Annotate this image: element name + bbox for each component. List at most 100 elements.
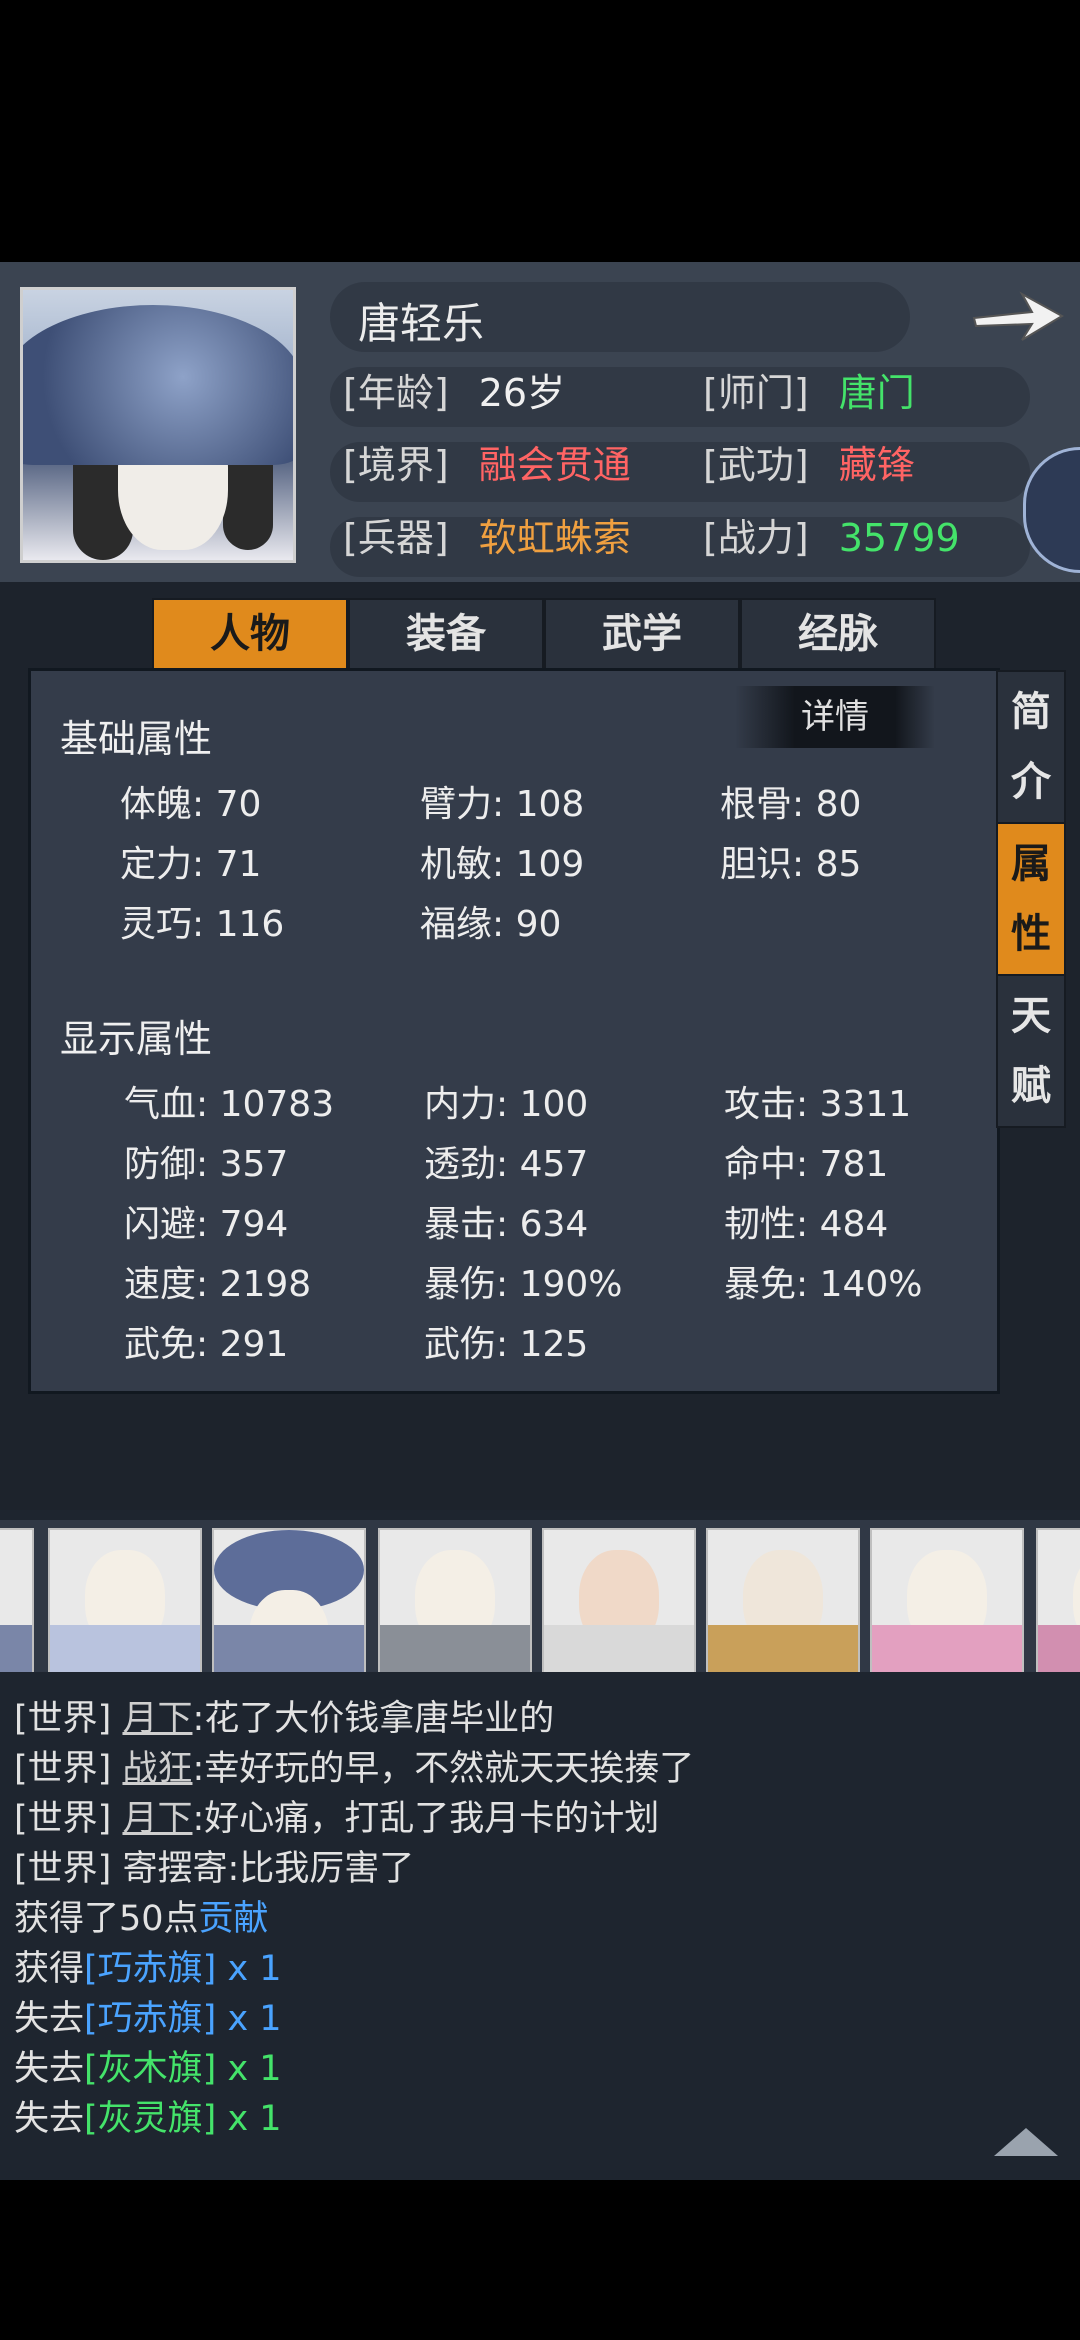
realm-value: 融会贯通 <box>478 443 631 487</box>
loot-item[interactable]: 贡献 <box>199 1899 269 1939</box>
top-black-band <box>0 0 1080 262</box>
team-avatar[interactable] <box>542 1528 696 1672</box>
loot-item[interactable]: [巧赤旗] <box>84 1999 216 2039</box>
martial-label: [武功] <box>703 443 809 487</box>
loot-text: 获得 <box>14 1949 85 1989</box>
team-avatar-strip[interactable] <box>0 1520 1080 1672</box>
tab-character[interactable]: 人物 <box>152 598 348 670</box>
stat-bili: 臂力: 108 <box>420 784 585 825</box>
side-scroll-icon[interactable] <box>1023 447 1080 573</box>
side-tab-attributes-char1: 属 <box>1011 840 1051 887</box>
character-header: 唐轻乐 [年龄] 26岁 [师门] 唐门 [境界] 融会贯通 [武功] 藏锋 [… <box>0 262 1080 582</box>
detail-button[interactable]: 详情 <box>735 686 935 748</box>
chat-channel: [世界] <box>14 1849 112 1889</box>
loot-line: 失去[灰木旗] x 1 <box>14 2040 282 2091</box>
stat-gengu: 根骨: 80 <box>720 784 862 825</box>
loot-qty: x 1 <box>216 2049 282 2089</box>
chat-channel: [世界] <box>14 1799 112 1839</box>
side-tab-talent-char1: 天 <box>1011 992 1051 1039</box>
stat-crit-resist: 暴免: 140% <box>724 1264 923 1305</box>
loot-line: 获得了50点贡献 <box>14 1890 269 1941</box>
next-arrow-icon[interactable] <box>970 282 1066 352</box>
display-attributes-title: 显示属性 <box>60 1017 213 1061</box>
chat-message: :花了大价钱拿唐毕业的 <box>192 1699 555 1739</box>
side-tab-attributes[interactable]: 属 性 <box>996 822 1066 976</box>
loot-qty: x 1 <box>216 1949 282 1989</box>
stat-dodge: 闪避: 794 <box>124 1204 289 1245</box>
realm-label: [境界] <box>343 443 449 487</box>
team-avatar[interactable] <box>378 1528 532 1672</box>
side-tab-attributes-char2: 性 <box>1011 910 1051 957</box>
bottom-black-band <box>0 2180 1080 2340</box>
team-avatar[interactable] <box>48 1528 202 1672</box>
character-portrait[interactable] <box>20 287 296 563</box>
age-value: 26岁 <box>478 371 566 415</box>
loot-qty: x 1 <box>216 1999 282 2039</box>
stat-mp: 内力: 100 <box>424 1084 589 1125</box>
loot-line: 获得[巧赤旗] x 1 <box>14 1940 282 1991</box>
stat-lingqiao: 灵巧: 116 <box>120 904 285 945</box>
stat-tipo: 体魄: 70 <box>120 784 262 825</box>
weapon-label: [兵器] <box>343 516 449 560</box>
side-tab-intro-char2: 介 <box>1011 758 1051 805</box>
stat-speed: 速度: 2198 <box>124 1264 312 1305</box>
loot-item[interactable]: [灰木旗] <box>84 2049 216 2089</box>
stat-danshi: 胆识: 85 <box>720 844 862 885</box>
martial-value: 藏锋 <box>838 443 915 487</box>
age-label: [年龄] <box>343 371 449 415</box>
stat-dingli: 定力: 71 <box>120 844 262 885</box>
loot-qty: x 1 <box>216 2099 282 2139</box>
stat-defense: 防御: 357 <box>124 1144 289 1185</box>
chat-username[interactable]: 寄摆寄 <box>122 1849 227 1889</box>
loot-text: 获得了50点 <box>14 1899 199 1939</box>
basic-attributes-title: 基础属性 <box>60 717 213 761</box>
side-tab-intro-char1: 简 <box>1011 688 1051 735</box>
team-avatar[interactable] <box>212 1528 366 1672</box>
chat-line: [世界] 月下:好心痛，打乱了我月卡的计划 <box>14 1790 659 1841</box>
stat-fuyuan: 福缘: 90 <box>420 904 562 945</box>
side-tab-talent[interactable]: 天 赋 <box>996 974 1066 1128</box>
team-avatar[interactable] <box>0 1528 34 1672</box>
stat-crit: 暴击: 634 <box>424 1204 589 1245</box>
sect-label: [师门] <box>703 371 809 415</box>
expand-chat-icon[interactable] <box>994 2128 1058 2156</box>
tab-equipment[interactable]: 装备 <box>348 598 544 670</box>
chat-channel: [世界] <box>14 1749 112 1789</box>
loot-text: 失去 <box>14 1999 85 2039</box>
chat-channel: [世界] <box>14 1699 112 1739</box>
chat-username[interactable]: 月下 <box>122 1699 192 1739</box>
power-label: [战力] <box>703 516 809 560</box>
team-avatar[interactable] <box>1036 1528 1080 1672</box>
tab-martial-arts[interactable]: 武学 <box>544 598 740 670</box>
chat-username[interactable]: 战狂 <box>122 1749 192 1789</box>
stat-hp: 气血: 10783 <box>124 1084 335 1125</box>
tab-meridians[interactable]: 经脉 <box>740 598 936 670</box>
loot-item[interactable]: [巧赤旗] <box>84 1949 216 1989</box>
chat-message: :好心痛，打乱了我月卡的计划 <box>192 1799 660 1839</box>
loot-text: 失去 <box>14 2099 85 2139</box>
weapon-value: 软虹蛛索 <box>478 516 631 560</box>
loot-line: 失去[巧赤旗] x 1 <box>14 1990 282 2041</box>
stat-toughness: 韧性: 484 <box>724 1204 889 1245</box>
power-value: 35799 <box>838 516 960 560</box>
side-tab-talent-char2: 赋 <box>1011 1062 1051 1109</box>
side-tab-intro[interactable]: 简 介 <box>996 670 1066 824</box>
stat-martial-damage: 武伤: 125 <box>424 1324 589 1365</box>
chat-username[interactable]: 月下 <box>122 1799 192 1839</box>
character-name: 唐轻乐 <box>358 299 485 348</box>
chat-line: [世界] 寄摆寄:比我厉害了 <box>14 1840 414 1891</box>
chat-message: :比我厉害了 <box>227 1849 415 1889</box>
stat-crit-damage: 暴伤: 190% <box>424 1264 623 1305</box>
stat-penetration: 透劲: 457 <box>424 1144 589 1185</box>
sect-value: 唐门 <box>838 371 915 415</box>
loot-line: 失去[灰灵旗] x 1 <box>14 2090 282 2141</box>
team-avatar[interactable] <box>706 1528 860 1672</box>
chat-line: [世界] 月下:花了大价钱拿唐毕业的 <box>14 1690 554 1741</box>
chat-message: :幸好玩的早，不然就天天挨揍了 <box>192 1749 695 1789</box>
loot-text: 失去 <box>14 2049 85 2089</box>
stat-hit: 命中: 781 <box>724 1144 889 1185</box>
loot-item[interactable]: [灰灵旗] <box>84 2099 216 2139</box>
stat-jimin: 机敏: 109 <box>420 844 585 885</box>
team-avatar[interactable] <box>870 1528 1024 1672</box>
chat-line: [世界] 战狂:幸好玩的早，不然就天天挨揍了 <box>14 1740 694 1791</box>
